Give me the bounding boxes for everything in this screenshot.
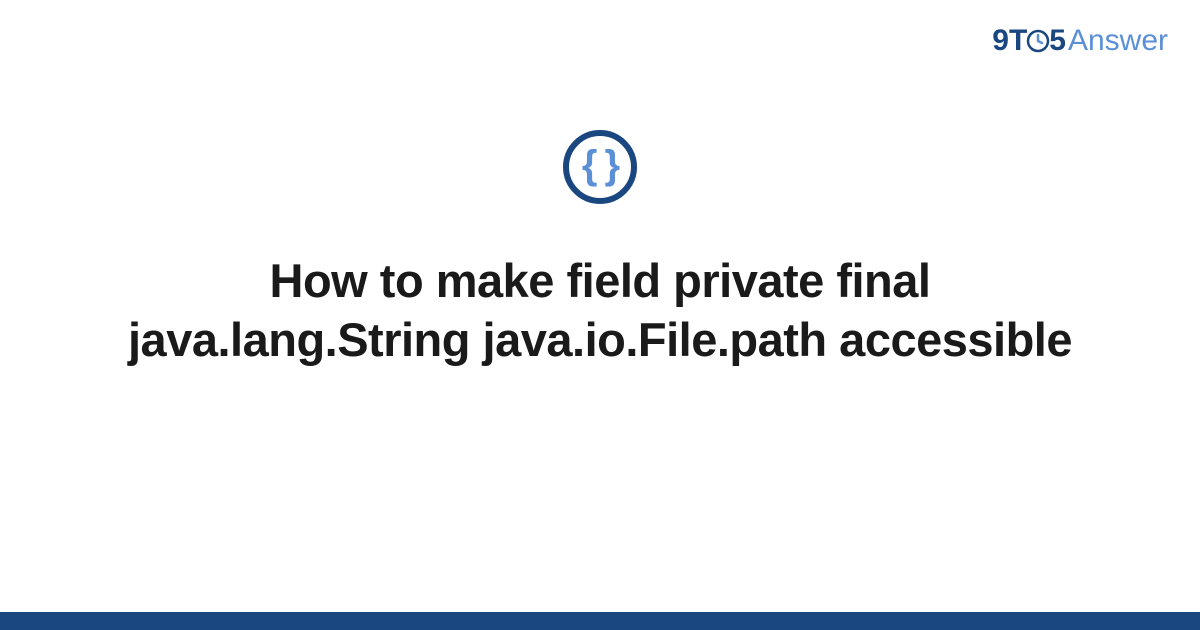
code-braces-icon: { }	[563, 130, 637, 204]
braces-glyph: { }	[582, 145, 618, 185]
logo-text-answer: Answer	[1068, 24, 1168, 58]
site-logo: 9 T 5 Answer	[992, 24, 1168, 58]
clock-icon	[1026, 29, 1050, 53]
logo-text-five: 5	[1049, 24, 1066, 58]
logo-text-nine: 9	[992, 24, 1009, 58]
footer-accent-bar	[0, 612, 1200, 630]
main-content: { } How to make field private final java…	[0, 130, 1200, 370]
logo-text-t: T	[1009, 24, 1027, 58]
page-title: How to make field private final java.lan…	[120, 252, 1080, 370]
